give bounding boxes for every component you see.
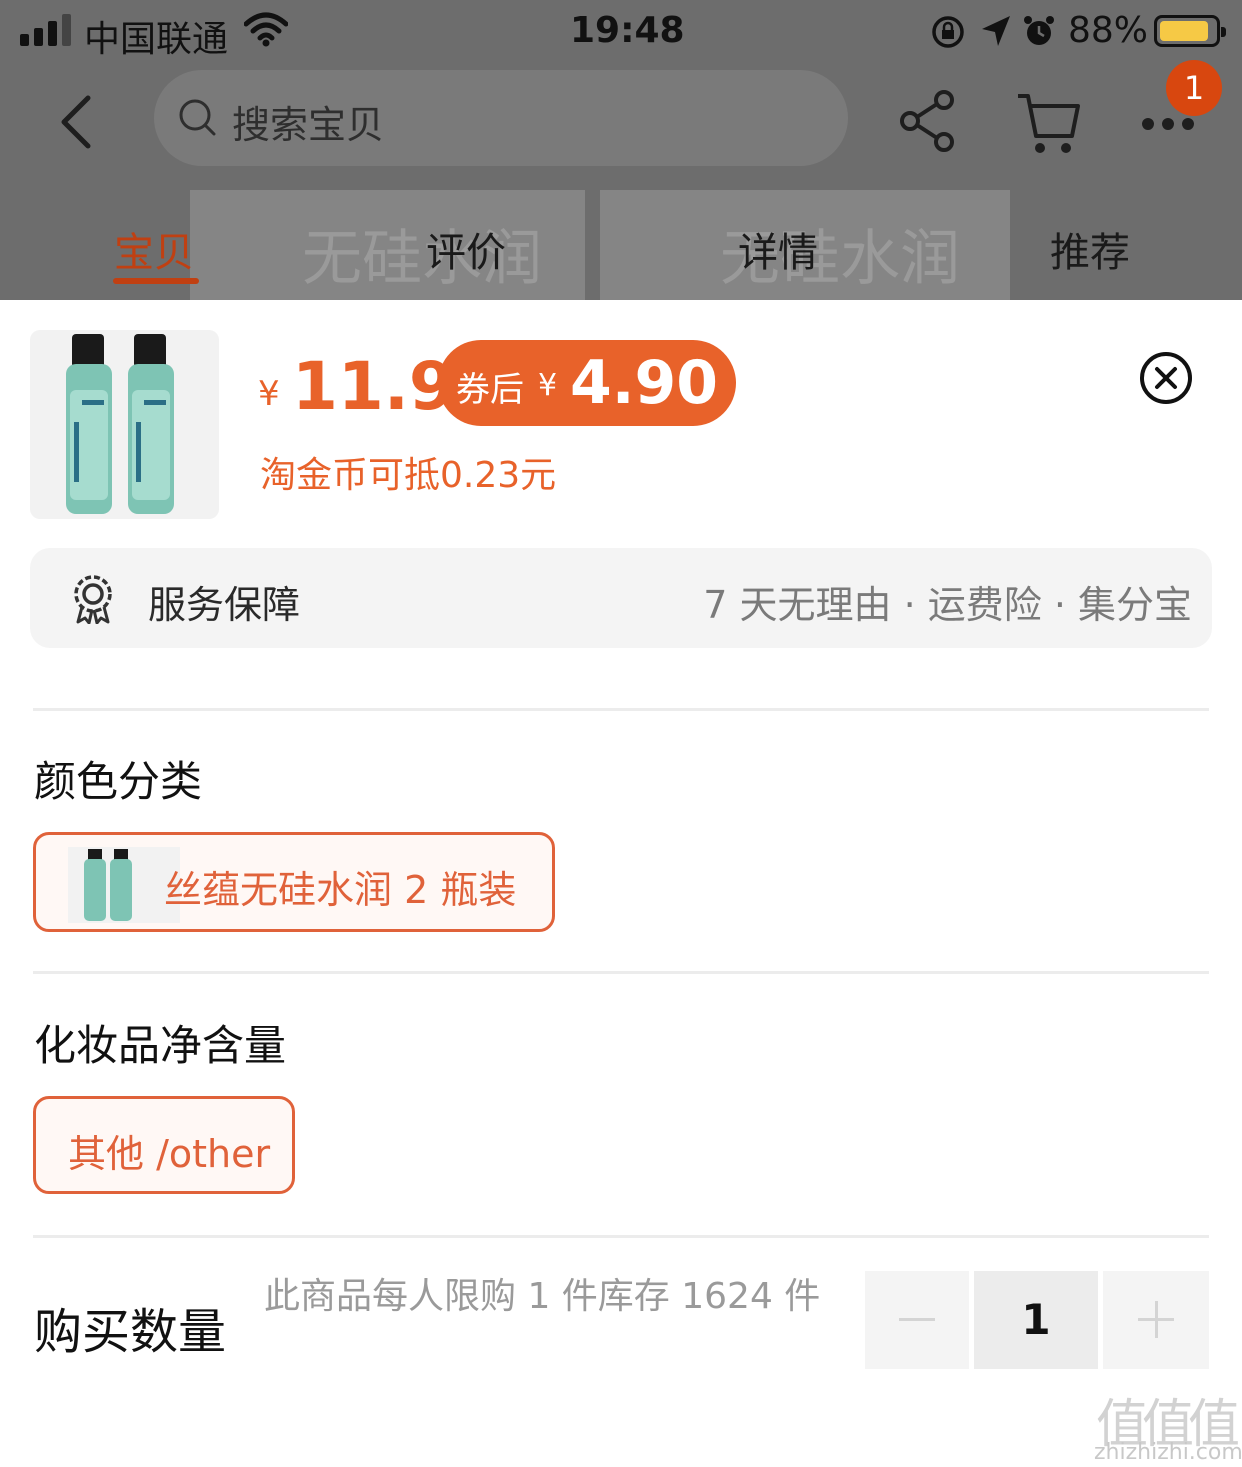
quantity-increment-button[interactable]: [1103, 1271, 1209, 1369]
tab-details[interactable]: 详情: [738, 220, 818, 278]
price: 11.9: [292, 348, 455, 425]
battery-percent: 88%: [1068, 10, 1149, 51]
location-icon: [982, 16, 1010, 46]
coupon-price: 4.90: [570, 348, 719, 418]
service-values: 7 天无理由 · 运费险 · 集分宝: [703, 583, 1192, 627]
search-placeholder: 搜索宝贝: [232, 103, 385, 147]
notification-badge: 1: [1166, 60, 1222, 116]
coupon-currency: ¥: [538, 368, 558, 403]
rosette-badge-icon: [74, 575, 112, 624]
divider: [33, 971, 1209, 974]
service-guarantee-row[interactable]: 服务保障 7 天无理由 · 运费险 · 集分宝: [30, 548, 1212, 648]
status-bar: 中国联通 19:48 88%: [0, 0, 1242, 64]
divider: [33, 1235, 1209, 1238]
taojin-coin-discount: 淘金币可抵0.23元: [260, 455, 557, 496]
quantity-limit-note: 此商品每人限购 1 件库存 1624 件: [264, 1276, 821, 1317]
watermark-url: zhizhizhi.com: [1094, 1440, 1242, 1465]
alarm-icon: [1024, 16, 1054, 45]
banner-image-left: 无硅水润: [190, 190, 585, 300]
cart-icon[interactable]: [1016, 90, 1080, 156]
back-button[interactable]: [52, 92, 102, 152]
volume-option-selected[interactable]: 其他 /other: [33, 1096, 295, 1194]
search-input[interactable]: 搜索宝贝: [154, 70, 848, 166]
clock: 19:48: [570, 10, 685, 51]
service-label: 服务保障: [148, 583, 301, 627]
more-icon[interactable]: [1140, 114, 1196, 134]
divider: [33, 708, 1209, 711]
color-section-title: 颜色分类: [34, 757, 203, 806]
tab-reviews[interactable]: 评价: [426, 220, 506, 278]
shampoo-bottles-image: [66, 334, 174, 514]
search-icon: [179, 99, 216, 136]
rotation-lock-icon: [932, 16, 964, 48]
quantity-decrement-button[interactable]: [865, 1271, 969, 1369]
watermark-logo: 值值值 zhizhizhi.com: [1090, 1382, 1242, 1465]
volume-option-label: 其他 /other: [68, 1132, 271, 1176]
coupon-price-badge: 券后 ¥ 4.90: [438, 340, 736, 426]
share-icon[interactable]: [900, 90, 956, 152]
volume-section-title: 化妆品净含量: [34, 1021, 287, 1070]
carrier-label: 中国联通: [84, 19, 229, 60]
tab-recommend[interactable]: 推荐: [1050, 220, 1130, 278]
wifi-icon: [244, 12, 288, 47]
close-icon[interactable]: [1138, 350, 1194, 406]
sku-selector-sheet: ¥ 11.9 券后 ¥ 4.90 淘金币可抵0.23元 服务保障 7 天无理由 …: [0, 300, 1242, 1467]
price-currency: ¥: [258, 374, 280, 414]
tab-product[interactable]: 宝贝: [114, 220, 194, 278]
coupon-label: 券后: [456, 370, 524, 410]
color-option-label: 丝蕴无硅水润 2 瓶装: [164, 868, 517, 912]
quantity-value[interactable]: 1: [974, 1271, 1098, 1369]
product-thumbnail[interactable]: [30, 330, 219, 519]
page-behind-overlay[interactable]: 无硅水润 无硅水润 中国联通 19:48 88% 搜索宝贝 1 宝贝 评价 详情…: [0, 0, 1242, 300]
banner-text: 无硅水润: [302, 224, 542, 294]
tab-active-indicator: [113, 278, 199, 284]
quantity-title: 购买数量: [34, 1304, 227, 1360]
color-option-selected[interactable]: 丝蕴无硅水润 2 瓶装: [33, 832, 555, 932]
battery-icon: [1154, 15, 1226, 47]
signal-icon: [20, 14, 72, 46]
